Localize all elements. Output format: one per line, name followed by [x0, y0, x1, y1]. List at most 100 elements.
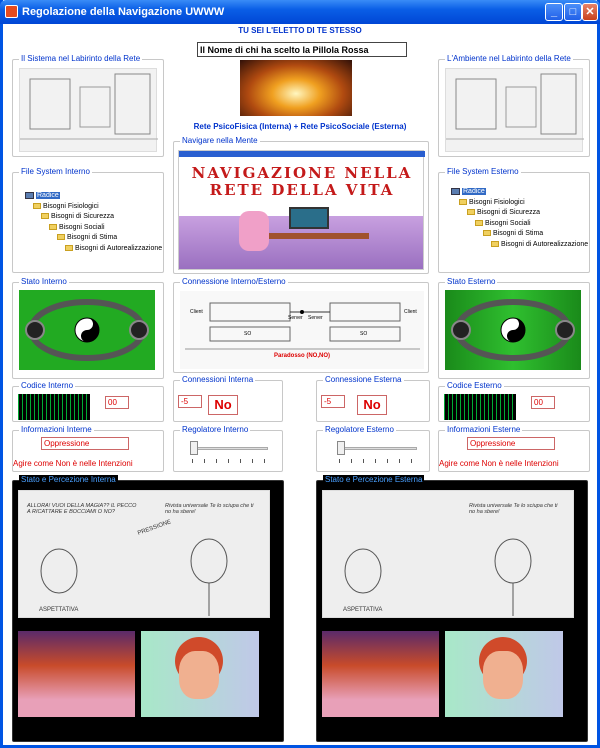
- tree-node[interactable]: Bisogni Sociali: [451, 219, 588, 230]
- diagram-caption: Paradosso (NO,NO): [273, 353, 330, 359]
- computer-icon: [451, 187, 460, 195]
- reg-external-ticks: [339, 459, 419, 463]
- tree-node-root[interactable]: Radice: [451, 187, 588, 198]
- tree-node[interactable]: Bisogni Fisiologici: [451, 198, 588, 209]
- tree-node[interactable]: Bisogni di Autorealizzazione: [451, 240, 588, 251]
- close-button[interactable]: ✕: [582, 3, 598, 21]
- desk-image: [269, 233, 369, 239]
- state-internal-groupbox: Stato Interno: [12, 277, 164, 379]
- maximize-button[interactable]: □: [564, 3, 582, 21]
- folder-icon: [41, 213, 49, 220]
- reg-external-groupbox: Regolatore Esterno: [316, 425, 430, 472]
- tree-node[interactable]: Bisogni Sociali: [25, 223, 162, 234]
- figure-image: [239, 211, 269, 251]
- face-internal-image: [141, 631, 259, 717]
- info-internal-label: Informazioni Interne: [19, 425, 94, 434]
- face-external-image: [445, 631, 563, 717]
- code-external-label: Codice Esterno: [445, 381, 504, 390]
- folder-icon: [57, 234, 65, 241]
- code-internal-field[interactable]: 00: [105, 396, 129, 409]
- system-groupbox: Il Sistema nel Labirinto della Rete: [12, 54, 164, 157]
- reg-internal-groupbox: Regolatore Interno: [173, 425, 283, 472]
- info-external-groupbox: Informazioni Esterne Oppressione Agire c…: [438, 425, 590, 472]
- app-icon: [5, 5, 18, 18]
- matrix-image: [18, 394, 90, 420]
- diagram-node: Server: [308, 315, 323, 321]
- connection-label: Connessione Interno/Esterno: [180, 277, 288, 286]
- reg-external-label: Regolatore Esterno: [323, 425, 396, 434]
- conn-external-groupbox: Connessione Esterna -5 No: [316, 375, 430, 422]
- reg-internal-thumb[interactable]: [190, 441, 198, 455]
- minimize-button[interactable]: _: [545, 3, 563, 21]
- fs-internal-label: File System Interno: [19, 167, 92, 176]
- info-external-field[interactable]: Oppressione: [467, 437, 555, 450]
- folder-icon: [491, 240, 499, 247]
- perception-internal-label: Stato e Percezione Interna: [19, 475, 118, 484]
- reg-internal-label: Regolatore Interno: [180, 425, 251, 434]
- tree-node-root[interactable]: Radice: [25, 191, 162, 202]
- reg-internal-track[interactable]: [190, 447, 268, 450]
- monitor-image: [289, 207, 329, 229]
- fs-external-groupbox: File System Esterno Radice Bisogni Fisio…: [438, 167, 590, 273]
- reg-external-track[interactable]: [337, 447, 417, 450]
- conn-internal-field[interactable]: -5: [178, 395, 202, 408]
- conn-internal-status: No: [208, 395, 238, 415]
- tree-node[interactable]: Bisogni di Sicurezza: [25, 212, 162, 223]
- folder-icon: [65, 244, 73, 251]
- mind-image: NAVIGAZIONE NELLA RETE DELLA VITA: [178, 150, 425, 270]
- red-pill-image: [240, 60, 352, 116]
- connection-diagram: Client SO Server Server SO Client Parado…: [180, 291, 424, 369]
- mind-label: Navigare nella Mente: [180, 136, 260, 145]
- diagram-node: Client: [404, 309, 417, 315]
- tree-node[interactable]: Bisogni di Stima: [451, 229, 588, 240]
- fs-internal-groupbox: File System Interno Radice Bisogni Fisio…: [12, 167, 164, 273]
- diagram-node: SO: [360, 331, 368, 337]
- conn-internal-label: Connessioni Interna: [180, 375, 256, 384]
- state-external-groupbox: Stato Esterno: [438, 277, 590, 379]
- folder-icon: [475, 219, 483, 226]
- fs-internal-tree[interactable]: Radice Bisogni Fisiologici Bisogni di Si…: [25, 191, 162, 254]
- info-internal-field[interactable]: Oppressione: [41, 437, 129, 450]
- fs-external-label: File System Esterno: [445, 167, 521, 176]
- state-external-label: Stato Esterno: [445, 277, 498, 286]
- reg-internal-ticks: [192, 459, 270, 463]
- conn-internal-groupbox: Connessioni Interna -5 No: [173, 375, 283, 422]
- name-field[interactable]: Il Nome di chi ha scelto la Pillola Ross…: [197, 42, 407, 57]
- state-internal-label: Stato Interno: [19, 277, 69, 286]
- reg-external-thumb[interactable]: [337, 441, 345, 455]
- diagram-node: Client: [190, 309, 203, 315]
- tree-node[interactable]: Bisogni di Stima: [25, 233, 162, 244]
- window-title: Regolazione della Navigazione UWWW: [22, 6, 225, 18]
- title-bar: Regolazione della Navigazione UWWW: [0, 0, 600, 24]
- matrix-image: [444, 394, 516, 420]
- folder-icon: [467, 209, 475, 216]
- tree-node[interactable]: Bisogni Fisiologici: [25, 202, 162, 213]
- scene-internal-image: [18, 631, 135, 717]
- code-external-field[interactable]: 00: [531, 396, 555, 409]
- environment-image: [445, 68, 584, 152]
- scene-external-image: [322, 631, 439, 717]
- folder-icon: [33, 202, 41, 209]
- perception-internal-groupbox: Stato e Percezione Interna ALLORA! VUOI …: [12, 475, 284, 742]
- tree-node[interactable]: Bisogni di Sicurezza: [451, 208, 588, 219]
- perception-external-label: Stato e Percezione Esterna: [323, 475, 425, 484]
- info-internal-message: Agire come Non è nelle Intenzioni: [13, 459, 133, 468]
- mind-banner: NAVIGAZIONE NELLA RETE DELLA VITA: [191, 164, 413, 199]
- conn-external-status: No: [357, 395, 387, 415]
- info-external-label: Informazioni Esterne: [445, 425, 523, 434]
- fs-external-tree[interactable]: Radice Bisogni Fisiologici Bisogni di Si…: [451, 187, 588, 250]
- system-label: Il Sistema nel Labirinto della Rete: [19, 54, 143, 63]
- conn-external-label: Connessione Esterna: [323, 375, 404, 384]
- state-internal-image: [19, 290, 155, 370]
- tree-node[interactable]: Bisogni di Autorealizzazione: [25, 244, 162, 255]
- cartoon-internal-image: ALLORA! VUOI DELLA MAGIA?? IL PECCO A RI…: [18, 490, 270, 618]
- code-internal-label: Codice Interno: [19, 381, 76, 390]
- diagram-node: Server: [288, 315, 303, 321]
- folder-icon: [483, 230, 491, 237]
- cartoon-external-image: Rivista universale Te lo sciupa che ti n…: [322, 490, 574, 618]
- environment-groupbox: L'Ambiente nel Labirinto della Rete: [438, 54, 590, 157]
- connection-groupbox: Connessione Interno/Esterno Client SO Se…: [173, 277, 429, 373]
- state-external-image: [445, 290, 581, 370]
- folder-icon: [49, 223, 57, 230]
- conn-external-field[interactable]: -5: [321, 395, 345, 408]
